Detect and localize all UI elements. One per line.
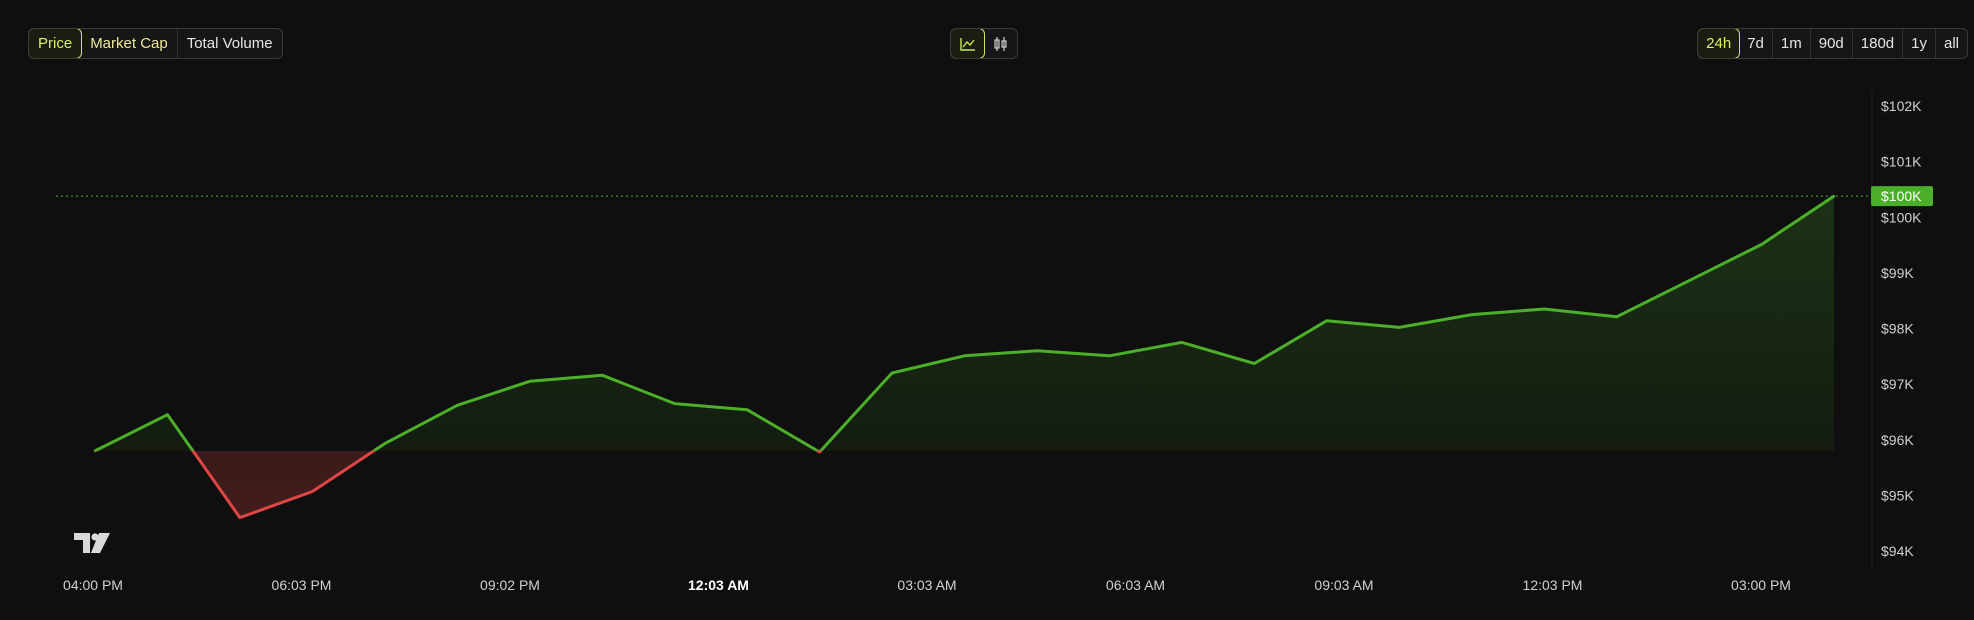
x-tick-label: 12:03 PM (1523, 577, 1583, 593)
data-point (1108, 354, 1111, 357)
data-point (528, 380, 531, 383)
y-tick-label: $95K (1881, 487, 1914, 503)
y-tick-label: $96K (1881, 432, 1914, 448)
data-point (1180, 341, 1184, 344)
y-tick-label: $97K (1881, 376, 1914, 392)
x-tick-label: 09:02 PM (480, 577, 540, 593)
x-axis: 04:00 PM 06:03 PM 09:02 PM 12:03 AM 03:03 AM… (63, 577, 1791, 593)
data-point (166, 413, 169, 416)
data-point (238, 516, 242, 519)
data-point (1253, 362, 1256, 365)
x-tick-label: 09:03 AM (1314, 577, 1373, 593)
data-point (890, 371, 894, 375)
x-tick-label: 12:03 AM (688, 577, 749, 593)
tradingview-logo (74, 533, 110, 553)
y-tick-label: $101K (1881, 154, 1922, 170)
data-point (818, 450, 821, 454)
data-point (1615, 315, 1618, 319)
data-point (1398, 326, 1401, 329)
data-point (601, 374, 604, 377)
current-price-label: $100K (1881, 188, 1922, 204)
x-tick-label: 03:00 PM (1731, 577, 1791, 593)
data-point (1325, 319, 1328, 322)
data-point (1542, 307, 1546, 311)
x-tick-label: 04:00 PM (63, 577, 123, 593)
data-point (963, 354, 966, 357)
y-tick-label: $100K (1881, 209, 1922, 225)
data-point (93, 449, 97, 453)
data-point (1760, 243, 1763, 246)
y-axis: $102K $101K $100K $99K $98K $97K $96K $95K $94K (1881, 98, 1922, 559)
y-tick-label: $102K (1881, 98, 1922, 114)
x-tick-label: 06:03 PM (272, 577, 332, 593)
data-point (383, 442, 387, 445)
data-point (1035, 349, 1039, 352)
data-point (745, 408, 749, 411)
y-tick-label: $98K (1881, 321, 1914, 337)
data-point (1832, 194, 1836, 198)
data-point (456, 404, 459, 407)
x-tick-label: 06:03 AM (1106, 577, 1165, 593)
x-tick-label: 03:03 AM (897, 577, 956, 593)
price-chart: 04:00 PM 06:03 PM 09:02 PM 12:03 AM 03:03 AM… (56, 90, 1933, 593)
data-point (1687, 279, 1691, 282)
y-tick-label: $99K (1881, 265, 1914, 281)
data-point (1470, 313, 1473, 316)
data-point (673, 402, 676, 405)
data-point (311, 490, 314, 493)
y-tick-label: $94K (1881, 543, 1914, 559)
